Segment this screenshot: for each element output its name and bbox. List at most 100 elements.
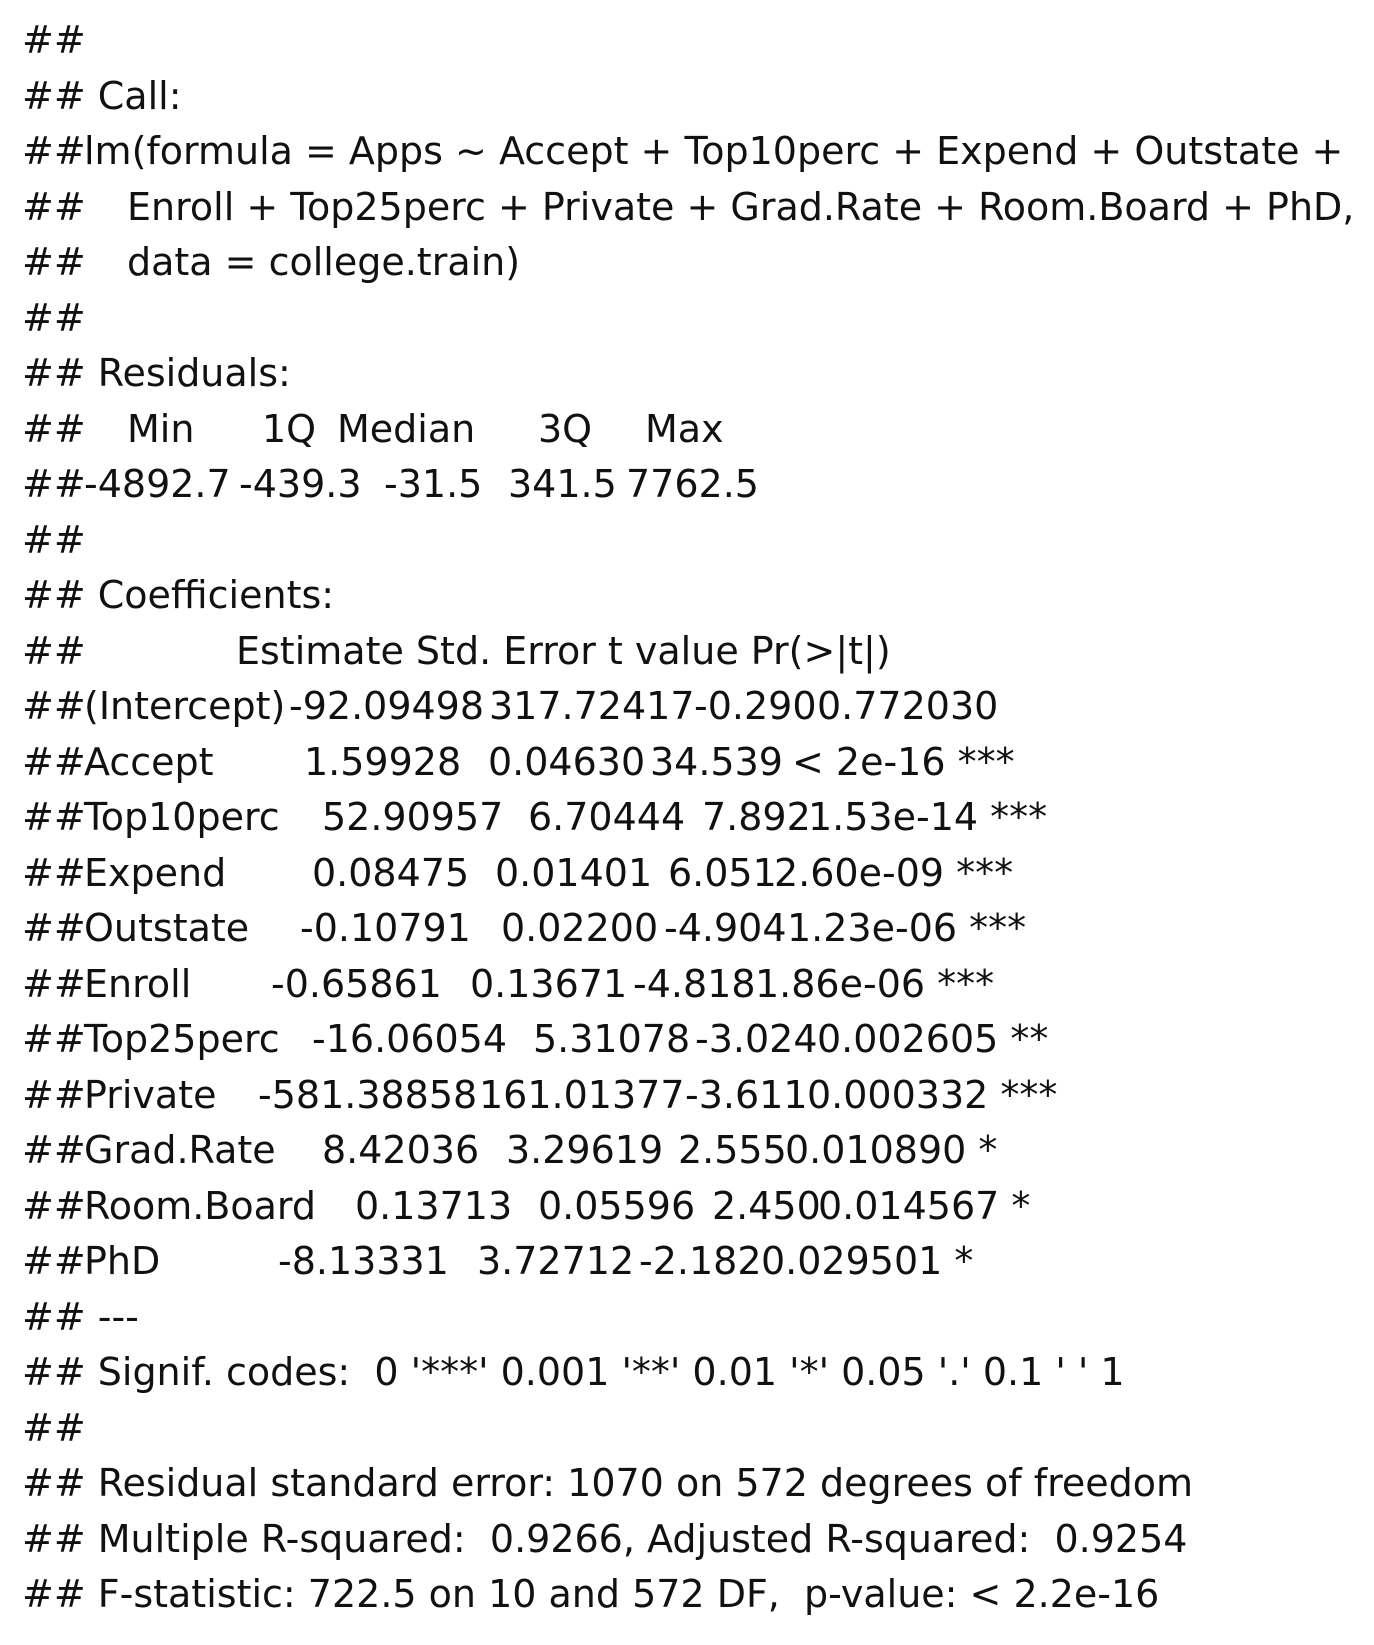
line-prefix: ## bbox=[22, 1405, 86, 1450]
output-text: 317.72417 bbox=[489, 684, 695, 728]
output-text: -4.818 bbox=[633, 961, 756, 1006]
coef-row-intercept: ## (Intercept) -92.09498 317.72417 -0.290 0.7… bbox=[22, 679, 1362, 735]
output-text: 52.90957 bbox=[322, 795, 504, 839]
output-text: 2.450 bbox=[712, 1183, 821, 1228]
output-text: 8.42036 bbox=[322, 1128, 480, 1172]
output-text: Outstate bbox=[84, 906, 250, 950]
coef-row-grad-rate: ## Grad.Rate 8.42036 3.29619 2.555 0.010890 * bbox=[22, 1123, 1362, 1179]
output-text: 1.53e-14 *** bbox=[808, 795, 1048, 839]
output-text: Top10perc bbox=[84, 795, 280, 839]
output-text: 0.08475 bbox=[312, 850, 470, 895]
call-heading: ## Call: bbox=[22, 69, 1362, 125]
output-text: -2.182 bbox=[639, 1239, 762, 1283]
output-text: 0.01401 bbox=[495, 850, 653, 895]
output-text: Room.Board bbox=[84, 1183, 316, 1228]
blank-line: ## bbox=[22, 1401, 1362, 1457]
line-prefix: ## Signif. codes: 0 '***' 0.001 '**' 0.0… bbox=[22, 1350, 1125, 1394]
output-text: Enroll bbox=[84, 961, 192, 1006]
output-text: (Intercept) bbox=[84, 684, 286, 728]
line-prefix: ## Multiple R-squared: 0.9266, Adjusted … bbox=[22, 1516, 1188, 1561]
output-text: Accept bbox=[84, 739, 214, 784]
output-text: -31.5 bbox=[384, 462, 483, 506]
output-text: 0.13713 bbox=[355, 1183, 513, 1228]
output-text: PhD bbox=[84, 1239, 161, 1283]
residuals-values-row: ## -4892.7 -439.3 -31.5 341.5 7762.5 bbox=[22, 457, 1362, 513]
coefficients-header-row: ## Estimate Std. Error t value Pr(>|t|) bbox=[22, 624, 1362, 680]
line-prefix: ## bbox=[22, 739, 86, 784]
line-prefix: ## bbox=[22, 850, 86, 895]
blank-line: ## bbox=[22, 291, 1362, 347]
line-prefix: ## bbox=[22, 1239, 86, 1283]
output-text: 7.892 bbox=[702, 795, 811, 839]
line-prefix: ## Call: bbox=[22, 73, 182, 118]
line-prefix: ## F-statistic: 722.5 on 10 and 572 DF, … bbox=[22, 1572, 1160, 1616]
separator-line: ## --- bbox=[22, 1290, 1362, 1346]
output-text: Estimate Std. Error t value Pr(>|t|) bbox=[236, 628, 891, 673]
line-prefix: ## bbox=[22, 517, 86, 562]
output-text: -3.611 bbox=[685, 1072, 808, 1117]
line-prefix: ## bbox=[22, 18, 86, 62]
call-formula-line-3: ## data = college.train) bbox=[22, 235, 1362, 291]
output-text: 0.04630 bbox=[488, 739, 646, 784]
output-text: 3.29619 bbox=[506, 1128, 664, 1172]
output-text: -16.06054 bbox=[312, 1017, 508, 1061]
line-prefix: ## Residual standard error: 1070 on 572 … bbox=[22, 1461, 1194, 1505]
output-text: lm(formula = Apps ~ Accept + Top10perc +… bbox=[84, 129, 1344, 173]
output-text: 0.010890 * bbox=[785, 1128, 998, 1172]
coef-row-private: ## Private -581.38858 161.01377 -3.611 0.0003… bbox=[22, 1068, 1362, 1124]
output-text: -92.09498 bbox=[289, 684, 485, 728]
line-prefix: ## bbox=[22, 1128, 86, 1172]
f-statistic-line: ## F-statistic: 722.5 on 10 and 572 DF, … bbox=[22, 1567, 1362, 1623]
output-text: 2.555 bbox=[678, 1128, 787, 1172]
output-text: -8.13331 bbox=[278, 1239, 449, 1283]
output-text: 0.029501 * bbox=[761, 1239, 974, 1283]
output-text: 2.60e-09 *** bbox=[774, 850, 1014, 895]
blank-line: ## bbox=[22, 513, 1362, 569]
coefficients-heading: ## Coefficients: bbox=[22, 568, 1362, 624]
blank-line: ## bbox=[22, 13, 1362, 69]
line-prefix: ## bbox=[22, 129, 86, 173]
coef-row-top25perc: ## Top25perc -16.06054 5.31078 -3.024 0.00260… bbox=[22, 1012, 1362, 1068]
output-text: -3.024 bbox=[695, 1017, 818, 1061]
output-text: 0.13671 bbox=[470, 961, 628, 1006]
output-text: Grad.Rate bbox=[84, 1128, 276, 1172]
residual-standard-error-line: ## Residual standard error: 1070 on 572 … bbox=[22, 1456, 1362, 1512]
output-text: Private bbox=[84, 1072, 217, 1117]
line-prefix: ## --- bbox=[22, 1294, 139, 1339]
output-text: 0.000332 *** bbox=[807, 1072, 1058, 1117]
r-squared-line: ## Multiple R-squared: 0.9266, Adjusted … bbox=[22, 1512, 1362, 1568]
line-prefix: ## Residuals: bbox=[22, 351, 291, 395]
coef-row-outstate: ## Outstate -0.10791 0.02200 -4.904 1.23e-06 … bbox=[22, 901, 1362, 957]
output-text: Expend bbox=[84, 850, 227, 895]
output-text: 0.002605 ** bbox=[817, 1017, 1049, 1061]
line-prefix: ## bbox=[22, 1183, 86, 1228]
output-text: Median bbox=[337, 406, 476, 451]
coef-row-room-board: ## Room.Board 0.13713 0.05596 2.450 0.014567 … bbox=[22, 1179, 1362, 1235]
coef-row-expend: ## Expend 0.08475 0.01401 6.051 2.60e-09 *** bbox=[22, 846, 1362, 902]
output-text: Enroll + Top25perc + Private + Grad.Rate… bbox=[127, 184, 1355, 229]
line-prefix: ## bbox=[22, 462, 86, 506]
output-text: 0.02200 bbox=[501, 906, 659, 950]
residuals-header-row: ## Min 1Q Median 3Q Max bbox=[22, 402, 1362, 458]
output-text: -0.65861 bbox=[271, 961, 442, 1006]
coef-row-enroll: ## Enroll -0.65861 0.13671 -4.818 1.86e-06 **… bbox=[22, 957, 1362, 1013]
coef-row-accept: ## Accept 1.59928 0.04630 34.539 < 2e-16 *** bbox=[22, 735, 1362, 791]
call-formula-line-2: ## Enroll + Top25perc + Private + Grad.Ra… bbox=[22, 180, 1362, 236]
output-text: 0.014567 * bbox=[818, 1183, 1031, 1228]
line-prefix: ## bbox=[22, 295, 86, 340]
output-text: 34.539 bbox=[650, 739, 783, 784]
output-text: -439.3 bbox=[239, 462, 362, 506]
line-prefix: ## Coefficients: bbox=[22, 573, 335, 617]
line-prefix: ## bbox=[22, 406, 86, 451]
output-text: 5.31078 bbox=[533, 1017, 691, 1061]
output-text: 3Q bbox=[538, 406, 593, 451]
r-console-output: ## ## Call: ## lm(formula = Apps ~ Accept +… bbox=[22, 13, 1362, 1623]
output-text: 6.70444 bbox=[528, 795, 686, 839]
output-text: -4892.7 bbox=[84, 462, 231, 506]
line-prefix: ## bbox=[22, 184, 86, 229]
output-text: 3.72712 bbox=[477, 1239, 635, 1283]
output-text: < 2e-16 *** bbox=[792, 739, 1015, 784]
output-text: 1.23e-06 *** bbox=[787, 906, 1027, 950]
output-text: 7762.5 bbox=[626, 462, 759, 506]
output-text: 0.05596 bbox=[538, 1183, 696, 1228]
